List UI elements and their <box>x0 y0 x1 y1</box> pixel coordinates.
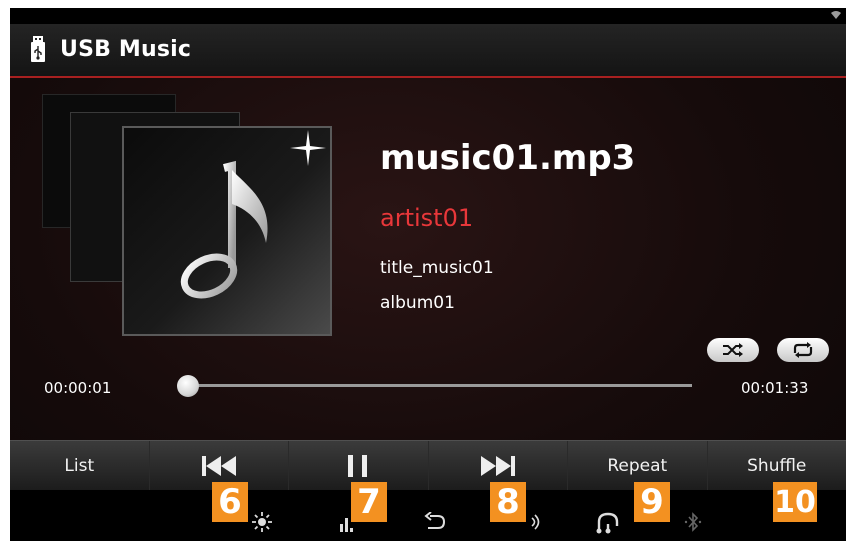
callout-8: 8 <box>490 482 526 522</box>
album-art-front <box>122 126 332 336</box>
callout-6: 6 <box>212 482 248 522</box>
callout-9: 9 <box>634 482 670 522</box>
skip-previous-icon <box>201 455 236 476</box>
skip-next-icon <box>480 455 515 476</box>
wifi-icon <box>831 11 841 19</box>
shuffle-button-label: Shuffle <box>747 455 807 476</box>
callout-7: 7 <box>351 482 387 522</box>
brightness-icon[interactable] <box>252 512 272 532</box>
status-bar <box>10 8 846 24</box>
progress-thumb[interactable] <box>176 375 199 397</box>
screen: USB Music music01.mp3 artist01 title_mus… <box>10 8 846 541</box>
callout-10: 10 <box>773 482 817 522</box>
bottom-bar <box>10 490 846 541</box>
repeat-indicator <box>777 338 829 362</box>
progress-track[interactable] <box>182 384 692 387</box>
night-mode-icon[interactable] <box>162 512 178 532</box>
playback-controls: List Repeat Shuffle <box>10 440 846 490</box>
back-icon[interactable] <box>424 512 446 532</box>
elapsed-time: 00:00:01 <box>44 379 112 397</box>
app-title: USB Music <box>60 37 192 62</box>
track-filename: music01.mp3 <box>380 138 636 178</box>
headset-icon[interactable] <box>596 512 620 534</box>
volume-icon[interactable] <box>530 512 542 532</box>
track-album: album01 <box>380 293 455 313</box>
usb-icon <box>31 36 45 62</box>
total-time: 00:01:33 <box>741 379 809 397</box>
track-artist: artist01 <box>380 204 474 232</box>
list-button-label: List <box>64 455 95 476</box>
repeat-icon <box>793 342 813 358</box>
list-button[interactable]: List <box>10 441 150 490</box>
shuffle-icon <box>723 343 743 357</box>
title-bar: USB Music <box>10 24 846 78</box>
sparkle-icon <box>290 130 326 166</box>
album-art-stack[interactable] <box>10 78 350 348</box>
pause-icon <box>348 454 368 477</box>
music-note-icon <box>180 160 268 299</box>
repeat-button-label: Repeat <box>607 455 668 476</box>
shuffle-indicator <box>707 338 759 362</box>
bluetooth-icon[interactable] <box>683 512 703 532</box>
track-title: title_music01 <box>380 258 494 278</box>
